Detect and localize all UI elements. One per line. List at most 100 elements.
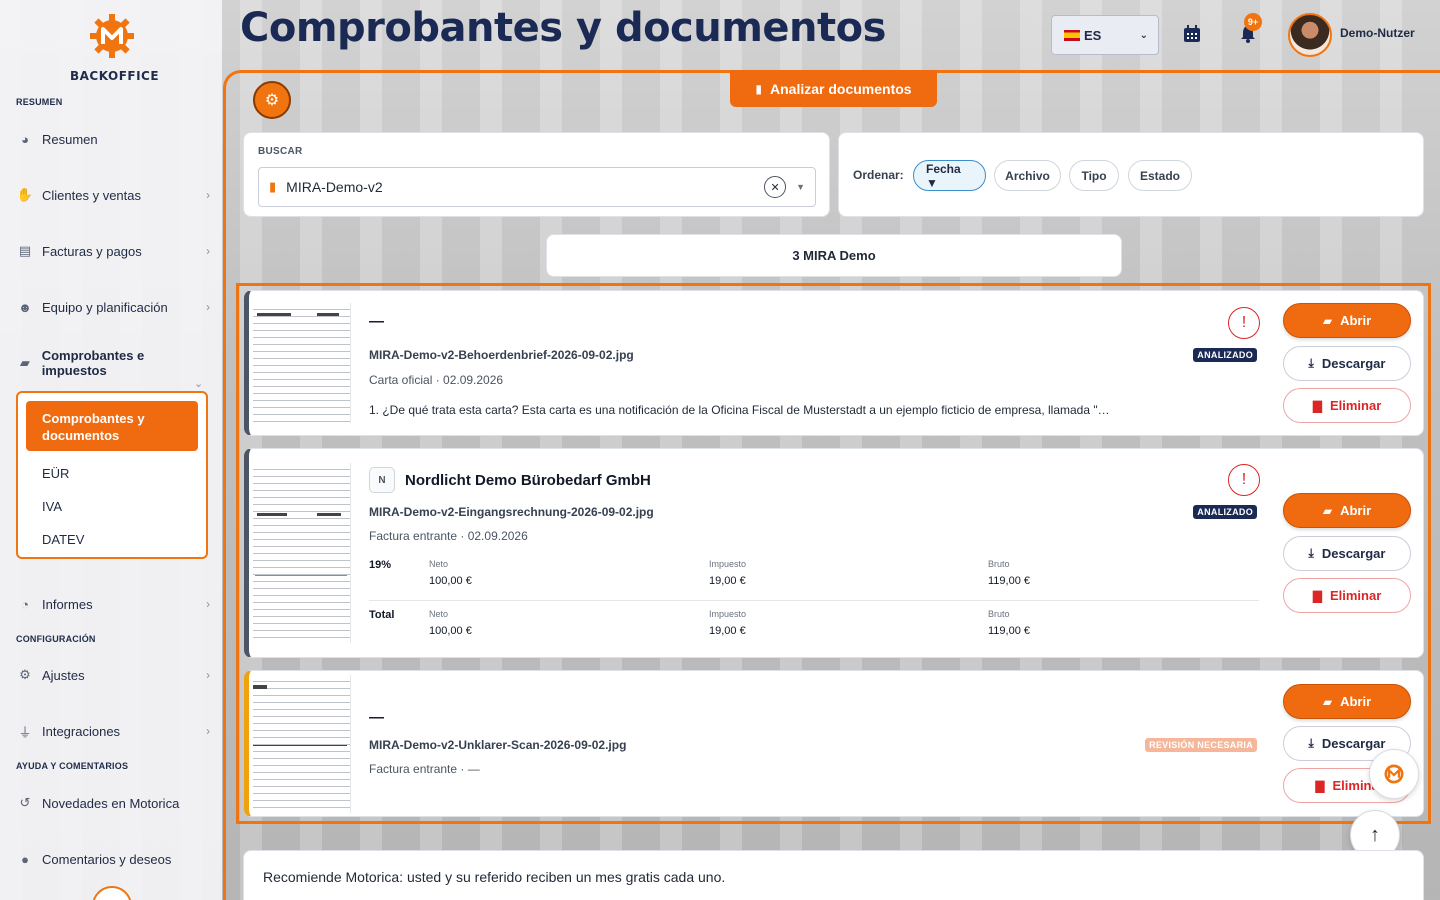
history-icon: ↺ — [19, 795, 31, 810]
download-icon: ⤓ — [1308, 356, 1314, 370]
sort-fecha[interactable]: Fecha ▼ — [913, 160, 986, 191]
invoice-icon: ▤ — [18, 243, 32, 258]
sidebar-item-ajustes[interactable]: ⚙ Ajustes › — [16, 661, 210, 689]
document-card[interactable]: — MIRA-Demo-v2-Behoerdenbrief-2026-09-02… — [244, 290, 1424, 436]
subnav-item-comprobantes-documentos[interactable]: Comprobantes y documentos — [26, 401, 198, 451]
status-badge: REVISIÓN NECESARIA — [1145, 738, 1257, 752]
amounts-table: 19% Neto 100,00 € Impuesto 19,00 € Bruto 11… — [369, 551, 1259, 651]
sidebar-item-clientes[interactable]: ✋ Clientes y ventas › — [16, 181, 210, 209]
sidebar: BACKOFFICE RESUMEN ◕ Resumen ✋ Clientes … — [0, 0, 222, 900]
spain-flag-icon — [1064, 29, 1080, 41]
chevron-right-icon: › — [206, 188, 210, 202]
sidebar-item-label: Informes — [42, 596, 93, 612]
chevron-down-icon: ⌄ — [1139, 29, 1148, 41]
sort-archivo[interactable]: Archivo — [994, 160, 1061, 191]
motorica-logo-icon — [90, 14, 134, 58]
clear-icon[interactable]: ✕ — [764, 176, 787, 198]
neto-label: Neto — [429, 609, 449, 619]
analyze-label: Analizar documentos — [770, 80, 912, 97]
sidebar-item-comprobantes[interactable]: ▰ Comprobantes e impuestos — [16, 348, 210, 378]
notification-badge: 9+ — [1244, 13, 1262, 31]
result-count: 3 MIRA Demo — [546, 234, 1122, 277]
subnav-item-datev[interactable]: DATEV — [18, 523, 206, 556]
sidebar-item-comentarios[interactable]: ● Comentarios y deseos — [16, 845, 210, 873]
open-button[interactable]: ▰ Abrir — [1283, 493, 1411, 528]
section-title-help: AYUDA Y COMENTARIOS — [16, 761, 129, 771]
vendor-initial: N — [369, 467, 395, 493]
subnav-item-eur[interactable]: EÜR — [18, 457, 206, 490]
open-button[interactable]: ▰ Abrir — [1283, 303, 1411, 338]
trash-icon: ▇ — [1315, 778, 1325, 793]
analyze-documents-button[interactable]: ▮ Analizar documentos — [730, 70, 937, 107]
tax-value: 19,00 € — [709, 625, 746, 637]
sidebar-item-equipo[interactable]: ☻ Equipo y planificación › — [16, 293, 210, 321]
download-label: Descargar — [1321, 736, 1386, 751]
sidebar-item-integraciones[interactable]: ⏚ Integraciones › — [16, 717, 210, 745]
warning-icon[interactable]: ! — [1228, 464, 1260, 496]
language-value: ES — [1084, 27, 1102, 43]
download-button[interactable]: ⤓ Descargar — [1283, 536, 1411, 571]
delete-button[interactable]: ▇ Eliminar — [1283, 388, 1411, 423]
document-thumbnail[interactable] — [253, 463, 351, 643]
document-thumbnail[interactable] — [253, 303, 351, 423]
app-logo[interactable]: BACKOFFICE — [70, 12, 160, 83]
open-label: Abrir — [1340, 313, 1372, 328]
tax-value: 19,00 € — [709, 575, 746, 587]
neto-value: 100,00 € — [429, 625, 472, 637]
document-thumbnail[interactable] — [253, 675, 351, 813]
user-name[interactable]: Demo-Nutzer — [1340, 26, 1415, 40]
delete-button[interactable]: ▇ Eliminar — [1283, 578, 1411, 613]
referral-banner: Recomiende Motorica: usted y su referido… — [243, 850, 1424, 900]
gauge-icon: ◕ — [21, 131, 29, 147]
sidebar-item-facturas[interactable]: ▤ Facturas y pagos › — [16, 237, 210, 265]
chevron-right-icon: › — [206, 724, 210, 738]
sidebar-item-label: Ajustes — [42, 667, 85, 683]
search-input[interactable]: ▮ MIRA-Demo-v2 ✕ ▼ — [258, 167, 816, 207]
chevron-right-icon: › — [206, 668, 210, 682]
sidebar-item-label: Equipo y planificación — [42, 299, 168, 315]
sidebar-item-novedades[interactable]: ↺ Novedades en Motorica — [16, 789, 210, 817]
tax-label: Impuesto — [709, 609, 747, 619]
document-filename: MIRA-Demo-v2-Eingangsrechnung-2026-09-02… — [369, 505, 654, 519]
dropdown-arrow-icon[interactable]: ▼ — [796, 182, 805, 192]
sort-panel: Ordenar: Fecha ▼ Archivo Tipo Estado — [838, 132, 1424, 217]
search-label: BUSCAR — [258, 146, 303, 157]
subnav-comprobantes: Comprobantes y documentos EÜR IVA DATEV — [16, 391, 208, 559]
document-card[interactable]: N Nordlicht Demo Bürobedarf GmbH MIRA-De… — [244, 448, 1424, 658]
folder-open-icon: ▰ — [1322, 694, 1333, 709]
document-vendor: N Nordlicht Demo Bürobedarf GmbH — [369, 467, 651, 493]
subnav-item-iva[interactable]: IVA — [18, 490, 206, 523]
logo-text: BACKOFFICE — [70, 69, 160, 83]
document-filename: MIRA-Demo-v2-Unklarer-Scan-2026-09-02.jp… — [369, 738, 627, 752]
settings-button[interactable]: ⚙ — [253, 81, 291, 119]
sidebar-item-label: Comprobantes e impuestos — [41, 348, 145, 378]
download-button[interactable]: ⤓ Descargar — [1283, 346, 1411, 381]
plug-icon: ⏚ — [18, 724, 32, 740]
sidebar-footer-logo[interactable] — [92, 886, 132, 900]
gear-icon: ⚙ — [19, 667, 31, 682]
sidebar-item-informes[interactable]: ◔ Informes › — [16, 590, 210, 618]
page-title: Comprobantes y documentos — [240, 5, 886, 51]
sort-tipo[interactable]: Tipo — [1069, 160, 1119, 191]
neto-value: 100,00 € — [429, 575, 472, 587]
row-label: 19% — [369, 559, 392, 571]
open-button[interactable]: ▰ Abrir — [1283, 684, 1411, 719]
calendar-icon[interactable] — [1180, 22, 1204, 46]
document-card[interactable]: — MIRA-Demo-v2-Unklarer-Scan-2026-09-02.… — [244, 670, 1424, 817]
document-icon: ▮ — [269, 179, 277, 194]
sidebar-item-resumen[interactable]: ◕ Resumen — [16, 125, 210, 153]
delete-label: Eliminar — [1329, 588, 1382, 603]
gross-label: Bruto — [988, 559, 1010, 569]
document-plus-icon: ▮ — [755, 81, 762, 96]
sort-estado[interactable]: Estado — [1128, 160, 1192, 191]
gross-value: 119,00 € — [988, 625, 1031, 637]
assistant-button[interactable] — [1369, 749, 1419, 799]
avatar[interactable] — [1288, 13, 1332, 57]
warning-icon[interactable]: ! — [1228, 307, 1260, 339]
document-meta: Factura entrante · — — [369, 762, 480, 776]
team-icon: ☻ — [18, 299, 32, 315]
document-vendor: — — [369, 709, 384, 726]
download-icon: ⤓ — [1308, 736, 1314, 750]
language-select[interactable]: ES ⌄ — [1051, 15, 1159, 55]
status-badge: ANALIZADO — [1193, 505, 1257, 519]
